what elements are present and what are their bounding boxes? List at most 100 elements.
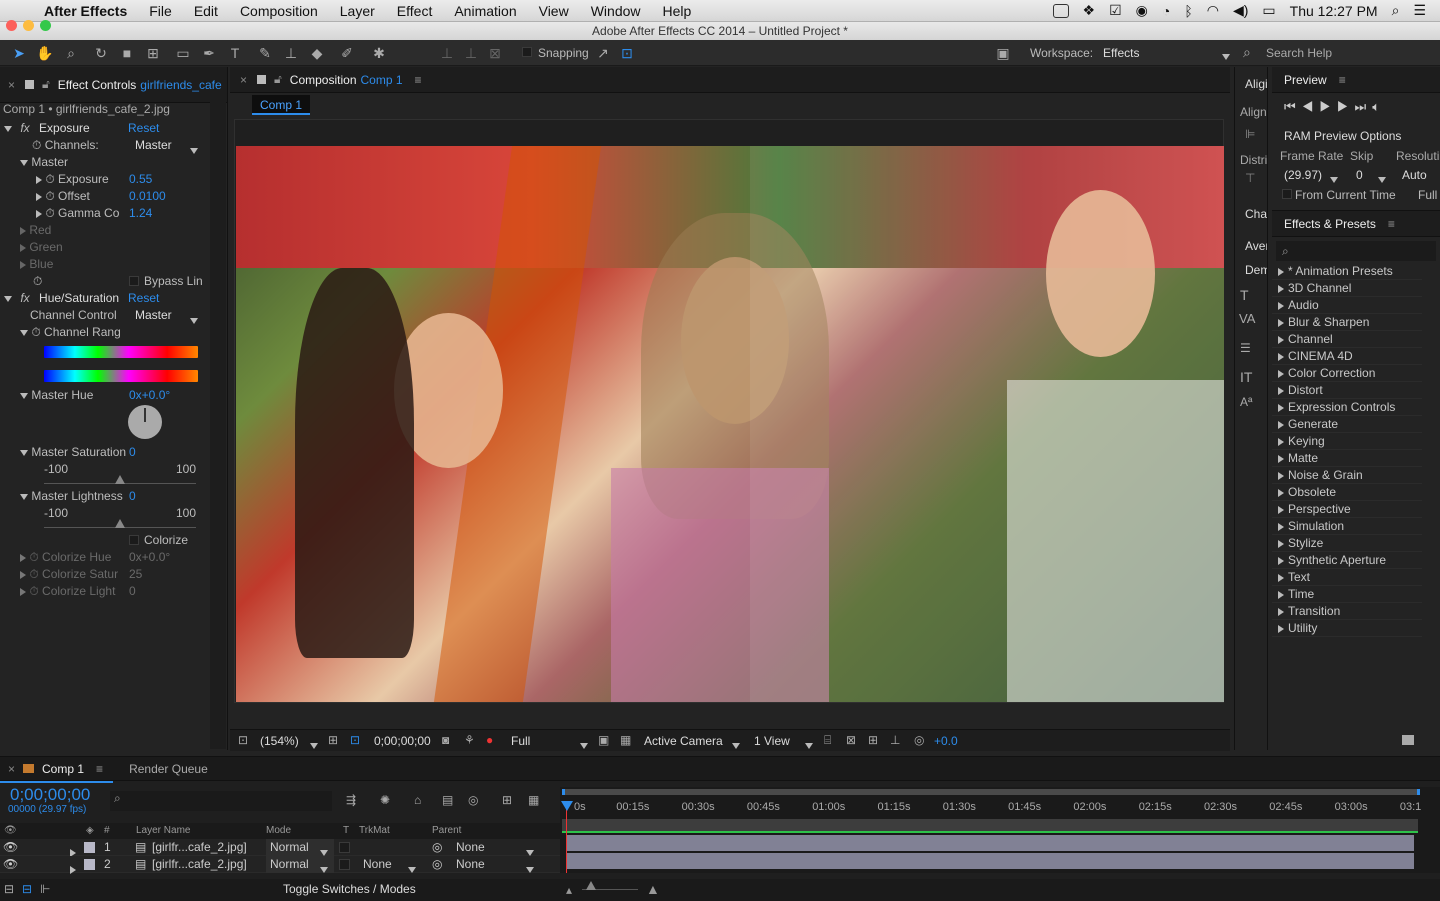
composition-tab-comp[interactable]: Comp 1 xyxy=(361,73,403,87)
views-dropdown[interactable]: 1 View xyxy=(754,734,790,748)
master-light-value[interactable]: 0 xyxy=(129,488,136,505)
menu-file[interactable]: File xyxy=(149,3,172,19)
effects-category-item[interactable]: Color Correction xyxy=(1272,365,1422,382)
flowchart-icon[interactable]: ⊥ xyxy=(890,733,900,747)
effects-category-item[interactable]: Simulation xyxy=(1272,518,1422,535)
align-tab[interactable]: Aligi xyxy=(1245,77,1267,91)
search-help-icon[interactable]: ⌕ xyxy=(1243,44,1251,61)
last-frame-icon[interactable]: ⏭ xyxy=(1355,99,1373,114)
vertical-scale-icon[interactable]: IT xyxy=(1240,369,1252,385)
layer-label-color[interactable] xyxy=(84,859,95,870)
effect-controls-tab-file[interactable]: girlfriends_cafe xyxy=(140,78,224,92)
expand-layer-icon[interactable] xyxy=(70,861,76,878)
expand-category-icon[interactable] xyxy=(1278,284,1284,293)
colorize-light-value[interactable]: 0 xyxy=(129,583,136,600)
current-time-display[interactable]: 0;00;00;00 xyxy=(374,734,431,748)
hue-sat-reset-link[interactable]: Reset xyxy=(128,290,159,307)
volume-icon[interactable]: ◀) xyxy=(1233,2,1248,19)
spotlight-icon[interactable]: ⌕ xyxy=(1392,2,1400,19)
expand-category-icon[interactable] xyxy=(1278,267,1284,276)
graph-editor-icon[interactable]: ⊞ xyxy=(502,793,512,807)
menu-composition[interactable]: Composition xyxy=(240,3,318,19)
expand-category-icon[interactable] xyxy=(1278,386,1284,395)
expand-category-icon[interactable] xyxy=(1278,607,1284,616)
font-family-field[interactable]: Aver xyxy=(1245,239,1267,253)
layer-row[interactable]: 👁︎ 1 ▤ [girlfr...cafe_2.jpg] Normal ◎ None xyxy=(0,839,560,857)
lock-icon[interactable]: 🔓︎ xyxy=(274,72,282,87)
panel-menu-icon[interactable]: ≡ xyxy=(1339,73,1346,87)
comp-flow-tab[interactable]: Comp 1 xyxy=(252,95,311,115)
effects-category-item[interactable]: Matte xyxy=(1272,450,1422,467)
playhead-handle[interactable] xyxy=(561,801,573,811)
effects-category-item[interactable]: 3D Channel xyxy=(1272,280,1422,297)
master-light-group[interactable]: Master Lightness xyxy=(20,488,123,505)
puppet-tool-icon[interactable]: ✱ xyxy=(370,44,388,62)
zoom-in-icon[interactable]: ▲ xyxy=(646,881,660,897)
red-group[interactable]: Red xyxy=(20,222,51,239)
skip-chevron-down-icon[interactable] xyxy=(1378,172,1386,186)
mode-chevron-down-icon[interactable] xyxy=(320,861,328,878)
expand-category-icon[interactable] xyxy=(1278,335,1284,344)
rectangle-tool-icon[interactable]: ▭ xyxy=(174,44,192,62)
zoom-out-icon[interactable]: ▴ xyxy=(566,883,572,897)
effects-category-item[interactable]: Distort xyxy=(1272,382,1422,399)
menu-layer[interactable]: Layer xyxy=(340,3,375,19)
master-hue-value[interactable]: 0x+0.0° xyxy=(129,387,170,404)
show-snapshot-icon[interactable]: ⚘ xyxy=(464,733,475,747)
effects-category-item[interactable]: Keying xyxy=(1272,433,1422,450)
panel-menu-icon[interactable]: ≡ xyxy=(1388,217,1395,231)
lock-icon[interactable]: 🔓︎ xyxy=(42,77,50,92)
layer-row[interactable]: 👁︎ 2 ▤ [girlfr...cafe_2.jpg] Normal None ◎ None xyxy=(0,856,560,874)
axis-view-icon[interactable]: ⊠ xyxy=(486,44,504,62)
frame-rate-chevron-down-icon[interactable] xyxy=(1330,172,1338,186)
distribute-icon[interactable]: ⊤ xyxy=(1245,171,1255,185)
effects-category-item[interactable]: Expression Controls xyxy=(1272,399,1422,416)
time-machine-icon[interactable]: ◔ xyxy=(1162,3,1170,19)
mask-visibility-icon[interactable]: ⊡ xyxy=(350,733,360,747)
resolution-chevron-down-icon[interactable] xyxy=(580,738,588,752)
eraser-tool-icon[interactable]: ◆ xyxy=(308,44,326,62)
parent-dropdown[interactable]: None xyxy=(456,856,485,873)
effects-category-item[interactable]: Channel xyxy=(1272,331,1422,348)
effects-category-item[interactable]: Synthetic Aperture xyxy=(1272,552,1422,569)
timeline-comp-tab[interactable]: Comp 1 xyxy=(42,762,84,776)
effects-category-item[interactable]: Generate xyxy=(1272,416,1422,433)
render-queue-tab[interactable]: Render Queue xyxy=(129,762,208,776)
time-navigator[interactable] xyxy=(562,789,1420,795)
font-size-icon[interactable]: T xyxy=(1240,287,1249,303)
frame-rate-dropdown[interactable]: (29.97) xyxy=(1284,168,1322,182)
panel-menu-icon[interactable]: ≡ xyxy=(96,762,103,776)
colorize-hue-param[interactable]: ⏱︎ Colorize Hue xyxy=(20,549,111,566)
effect-controls-tab-label[interactable]: Effect Controls xyxy=(58,78,136,92)
visibility-eye-icon[interactable]: 👁︎ xyxy=(3,839,18,856)
fast-previews-icon[interactable]: ⊠ xyxy=(846,733,856,747)
axis-world-icon[interactable]: ⊥ xyxy=(462,44,480,62)
bypass-stopwatch-icon[interactable]: ⏱︎ xyxy=(33,273,42,290)
skip-dropdown[interactable]: 0 xyxy=(1356,168,1363,182)
bypass-checkbox[interactable] xyxy=(129,276,139,286)
preserve-transparency-checkbox[interactable] xyxy=(339,842,350,853)
playhead-line[interactable] xyxy=(566,801,567,873)
layer-2-bar[interactable] xyxy=(566,853,1414,869)
master-hue-group[interactable]: Master Hue xyxy=(20,387,93,404)
in-out-stretch-icon[interactable]: ⊩ xyxy=(40,882,50,896)
stopwatch-icon[interactable]: ⏱︎ xyxy=(32,138,41,152)
expand-category-icon[interactable] xyxy=(1278,522,1284,531)
channel-range-bar-top[interactable] xyxy=(44,346,198,358)
expand-category-icon[interactable] xyxy=(1278,573,1284,582)
effects-search-input[interactable]: ⌕ xyxy=(1276,241,1436,261)
workspace-chevron-down-icon[interactable] xyxy=(1222,49,1230,63)
channel-range-group[interactable]: ⏱︎ Channel Rang xyxy=(20,324,121,341)
effects-category-item[interactable]: CINEMA 4D xyxy=(1272,348,1422,365)
trkmat-chevron-down-icon[interactable] xyxy=(408,861,416,878)
effects-category-item[interactable]: Perspective xyxy=(1272,501,1422,518)
workspace-icon[interactable]: ▣ xyxy=(994,44,1012,62)
exposure-value[interactable]: 0.55 xyxy=(129,171,152,188)
composition-tab-label[interactable]: Composition xyxy=(290,73,357,87)
offset-value[interactable]: 0.0100 xyxy=(129,188,166,205)
workspace-dropdown[interactable]: Effects xyxy=(1103,46,1139,60)
layer-name[interactable]: [girlfr...cafe_2.jpg] xyxy=(152,839,247,856)
blue-group[interactable]: Blue xyxy=(20,256,53,273)
zoom-window-icon[interactable] xyxy=(40,20,51,31)
reset-exposure-icon[interactable]: ◎ xyxy=(914,733,924,747)
